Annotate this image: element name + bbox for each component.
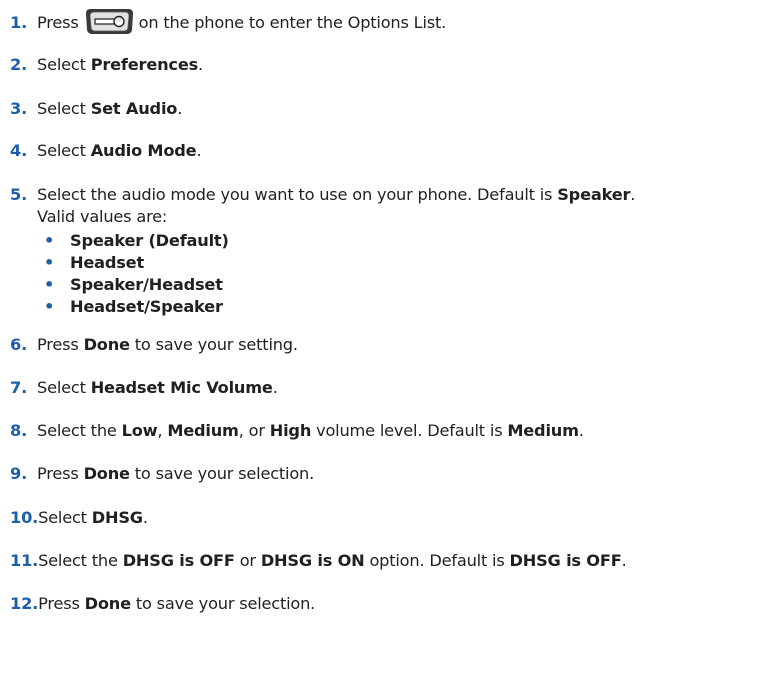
step-number: 11. — [10, 551, 39, 570]
step-text-after: to save your selection. — [130, 594, 316, 613]
audio-mode-option: • Headset — [44, 253, 144, 273]
step-bold: Set Audio — [90, 99, 178, 118]
step-12: 12.Press Done to save your selection. — [10, 594, 315, 614]
bullet-marker: • — [44, 231, 55, 250]
step-5-continuation: Valid values are: — [37, 207, 168, 226]
step-bold: DHSG — [91, 508, 143, 527]
step-text: Press — [37, 335, 84, 354]
step-bold: Audio Mode — [90, 141, 197, 160]
bullet-marker: • — [44, 297, 55, 316]
step-text-after: . — [630, 185, 636, 204]
step-4: 4. Select Audio Mode. — [10, 141, 202, 161]
step-text: or — [234, 551, 261, 570]
step-bold: Done — [84, 594, 131, 613]
step-text: Press — [37, 464, 84, 483]
step-text: , or — [238, 421, 270, 440]
bullet-marker: • — [44, 275, 55, 294]
option-label: Speaker/Headset — [70, 275, 223, 294]
audio-mode-option: • Speaker/Headset — [44, 275, 223, 295]
bullet-marker: • — [44, 253, 55, 272]
step-text: Select the audio mode you want to use on… — [37, 185, 558, 204]
step-text: option. Default is — [364, 551, 510, 570]
step-text: Select — [37, 141, 91, 160]
step-text-after: . — [198, 55, 203, 74]
step-text-after: . — [621, 551, 627, 570]
step-number: 9. — [10, 464, 28, 483]
step-5: 5. Select the audio mode you want to use … — [10, 185, 635, 205]
step-6: 6. Press Done to save your setting. — [10, 335, 298, 355]
audio-mode-option: • Speaker (Default) — [44, 231, 229, 251]
step-8: 8. Select the Low, Medium, or High volume… — [10, 421, 584, 441]
step-text-after: . — [177, 99, 183, 118]
step-number: 2. — [10, 55, 28, 74]
step-3: 3. Select Set Audio. — [10, 99, 182, 119]
step-bold: Medium — [167, 421, 239, 440]
step-text: volume level. Default is — [311, 421, 508, 440]
step-bold: Done — [83, 335, 130, 354]
step-bold: Headset Mic Volume — [90, 378, 273, 397]
step-text-after: to save your selection. — [129, 464, 315, 483]
step-number: 3. — [10, 99, 28, 118]
step-bold: Preferences — [90, 55, 199, 74]
step-10: 10.Select DHSG. — [10, 508, 148, 528]
step-text-after: . — [196, 141, 202, 160]
step-bold: DHSG is ON — [260, 551, 365, 570]
step-text-after: on the phone to enter the Options List. — [138, 13, 447, 32]
step-1: 1. Press on the phone to enter the Option… — [10, 9, 447, 35]
step-number: 6. — [10, 335, 28, 354]
step-text: Press — [38, 594, 85, 613]
step-text: Select — [37, 55, 91, 74]
step-number: 7. — [10, 378, 28, 397]
step-text-after: . — [142, 508, 148, 527]
step-text: Select — [37, 378, 91, 397]
step-text: Select — [38, 508, 92, 527]
step-number: 10. — [10, 508, 39, 527]
step-text: Select the — [37, 421, 122, 440]
step-bold: Low — [121, 421, 158, 440]
step-2: 2. Select Preferences. — [10, 55, 203, 75]
step-bold: High — [269, 421, 312, 440]
step-number: 12. — [10, 594, 39, 613]
step-number: 1. — [10, 13, 28, 32]
step-number: 5. — [10, 185, 28, 204]
step-text: , — [157, 421, 168, 440]
option-label: Headset/Speaker — [70, 297, 223, 316]
step-bold: Speaker — [557, 185, 631, 204]
audio-mode-option: • Headset/Speaker — [44, 297, 223, 317]
step-9: 9. Press Done to save your selection. — [10, 464, 314, 484]
step-bold: DHSG is OFF — [509, 551, 622, 570]
option-label: Headset — [70, 253, 144, 272]
step-text: Select the — [38, 551, 123, 570]
options-key-icon — [85, 9, 133, 34]
step-7: 7. Select Headset Mic Volume. — [10, 378, 278, 398]
option-label: Speaker (Default) — [70, 231, 229, 250]
step-text-after: . — [272, 378, 278, 397]
step-text: Press — [37, 13, 79, 32]
step-bold: Done — [83, 464, 130, 483]
step-11: 11.Select the DHSG is OFF or DHSG is ON … — [10, 551, 627, 571]
step-number: 4. — [10, 141, 28, 160]
step-number: 8. — [10, 421, 28, 440]
step-text: Select — [37, 99, 91, 118]
instruction-document: 1. Press on the phone to enter the Option… — [0, 0, 783, 683]
step-text-after: to save your setting. — [129, 335, 298, 354]
step-bold: DHSG is OFF — [122, 551, 235, 570]
step-bold: Medium — [507, 421, 579, 440]
step-text-after: . — [578, 421, 584, 440]
